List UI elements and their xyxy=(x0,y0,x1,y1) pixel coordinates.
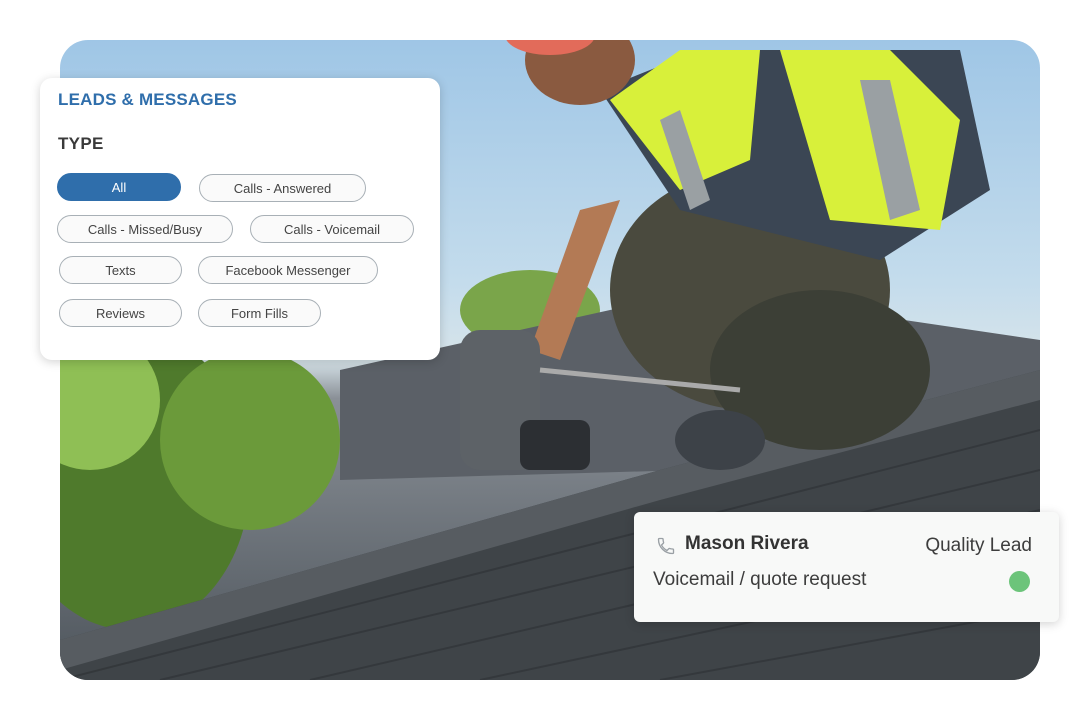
chip-texts[interactable]: Texts xyxy=(59,256,182,284)
chip-calls-answered[interactable]: Calls - Answered xyxy=(199,174,366,202)
chip-facebook-messenger[interactable]: Facebook Messenger xyxy=(198,256,378,284)
chip-all[interactable]: All xyxy=(57,173,181,201)
chip-calls-voicemail[interactable]: Calls - Voicemail xyxy=(250,215,414,243)
chip-calls-missed-busy[interactable]: Calls - Missed/Busy xyxy=(57,215,233,243)
lead-card[interactable]: Mason Rivera Quality Lead Voicemail / qu… xyxy=(634,512,1059,622)
type-heading: TYPE xyxy=(58,134,104,153)
panel-title: LEADS & MESSAGES xyxy=(58,90,237,109)
lead-quality-label: Quality Lead xyxy=(925,535,1032,556)
lead-name: Mason Rivera xyxy=(685,533,809,554)
lead-type: Voicemail / quote request xyxy=(653,569,867,590)
leads-filter-panel: LEADS & MESSAGES TYPE All Calls - Answer… xyxy=(40,78,440,360)
chip-reviews[interactable]: Reviews xyxy=(59,299,182,327)
chip-form-fills[interactable]: Form Fills xyxy=(198,299,321,327)
status-indicator xyxy=(1009,571,1030,592)
phone-icon xyxy=(656,536,676,556)
